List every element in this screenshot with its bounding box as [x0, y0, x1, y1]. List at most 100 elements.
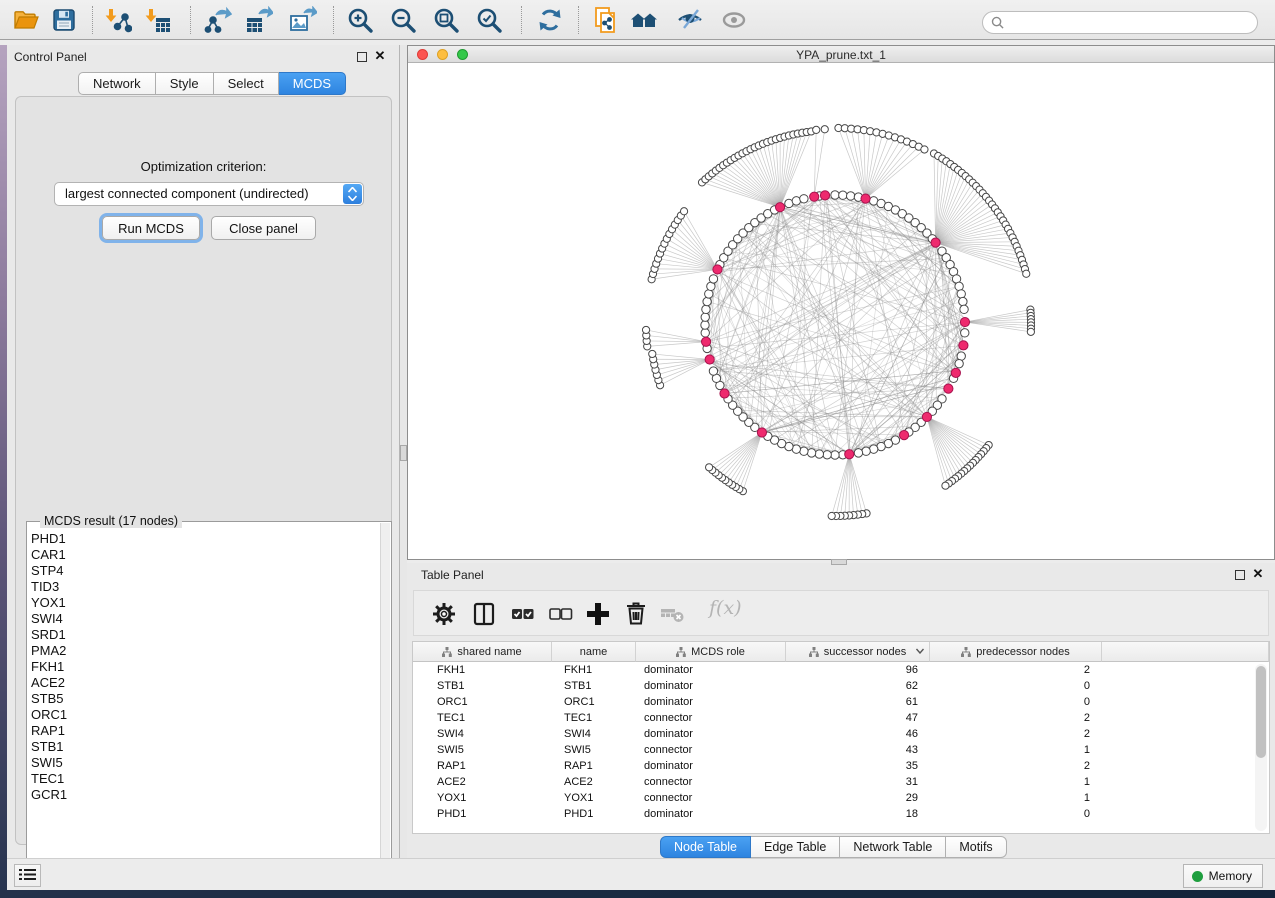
table-row[interactable]: PHD1PHD1dominator180: [413, 806, 1258, 822]
mcds-result-item[interactable]: TEC1: [31, 771, 371, 787]
table-row[interactable]: RAP1RAP1dominator352: [413, 758, 1258, 774]
table-scrollbar[interactable]: [1255, 664, 1267, 831]
tab-edge-table[interactable]: Edge Table: [751, 836, 840, 858]
horizontal-splitter-grip[interactable]: [831, 559, 847, 565]
mcds-result-item[interactable]: SRD1: [31, 627, 371, 643]
delete-rows-icon[interactable]: [622, 600, 650, 628]
table-row[interactable]: STB1STB1dominator620: [413, 678, 1258, 694]
table-row[interactable]: ACE2ACE2connector311: [413, 774, 1258, 790]
column-header-name[interactable]: name: [552, 642, 636, 662]
network-node[interactable]: [703, 297, 711, 305]
network-node[interactable]: [701, 329, 709, 337]
mcds-result-item[interactable]: SWI5: [31, 755, 371, 771]
mcds-result-item[interactable]: GCR1: [31, 787, 371, 803]
network-node[interactable]: [821, 126, 828, 133]
zoom-fit-icon[interactable]: [432, 6, 460, 34]
tab-mcds[interactable]: MCDS: [279, 72, 346, 95]
table-row[interactable]: SWI5SWI5connector431: [413, 742, 1258, 758]
mcds-hub-node[interactable]: [701, 337, 710, 346]
search-field[interactable]: [982, 11, 1258, 34]
panel-splitter[interactable]: [400, 45, 407, 890]
network-node[interactable]: [800, 195, 808, 203]
network-node[interactable]: [828, 512, 835, 519]
mcds-hub-node[interactable]: [713, 265, 722, 274]
table-row[interactable]: YOX1YOX1connector291: [413, 790, 1258, 806]
select-all-rows-icon[interactable]: [508, 600, 536, 628]
import-network-icon[interactable]: [104, 6, 132, 34]
table-body[interactable]: FKH1FKH1dominator962STB1STB1dominator620…: [413, 662, 1258, 822]
network-node[interactable]: [942, 482, 949, 489]
network-node[interactable]: [846, 192, 854, 200]
network-node[interactable]: [862, 447, 870, 455]
tab-style[interactable]: Style: [156, 72, 214, 95]
mcds-result-item[interactable]: YOX1: [31, 595, 371, 611]
network-node[interactable]: [807, 449, 815, 457]
tab-network-table[interactable]: Network Table: [840, 836, 946, 858]
mcds-hub-node[interactable]: [944, 384, 953, 393]
task-history-icon[interactable]: [14, 864, 41, 887]
memory-button[interactable]: Memory: [1183, 864, 1263, 888]
splitter-grip[interactable]: [400, 445, 407, 461]
network-node[interactable]: [1027, 328, 1034, 335]
mcds-hub-node[interactable]: [705, 355, 714, 364]
mcds-hub-node[interactable]: [960, 317, 969, 326]
mcds-hub-node[interactable]: [820, 191, 829, 200]
open-folder-icon[interactable]: [12, 6, 40, 34]
network-node[interactable]: [813, 126, 820, 133]
mcds-hub-node[interactable]: [931, 238, 940, 247]
network-node[interactable]: [961, 329, 969, 337]
column-header-successor-nodes[interactable]: successor nodes: [786, 642, 930, 662]
network-node[interactable]: [955, 359, 963, 367]
network-node[interactable]: [701, 313, 709, 321]
network-node[interactable]: [957, 290, 965, 298]
network-node[interactable]: [959, 297, 967, 305]
network-node[interactable]: [1023, 270, 1030, 277]
apply-function-icon[interactable]: f(x): [709, 597, 742, 619]
network-canvas[interactable]: [408, 63, 1274, 559]
mcds-hub-node[interactable]: [775, 203, 784, 212]
hide-graphics-icon[interactable]: [676, 6, 704, 34]
run-mcds-button[interactable]: Run MCDS: [102, 216, 200, 240]
table-row[interactable]: TEC1TEC1connector472: [413, 710, 1258, 726]
network-node[interactable]: [649, 350, 656, 357]
network-node[interactable]: [960, 305, 968, 313]
tab-network[interactable]: Network: [78, 72, 156, 95]
show-columns-icon[interactable]: [470, 600, 498, 628]
network-node[interactable]: [680, 208, 687, 215]
mcds-hub-node[interactable]: [720, 389, 729, 398]
close-panel-button[interactable]: Close panel: [211, 216, 316, 240]
network-node[interactable]: [839, 191, 847, 199]
optimization-criterion-select[interactable]: largest connected component (undirected): [54, 182, 364, 206]
zoom-out-icon[interactable]: [389, 6, 417, 34]
mcds-result-item[interactable]: ACE2: [31, 675, 371, 691]
column-header-shared-name[interactable]: shared name: [413, 642, 552, 662]
network-graph[interactable]: [408, 63, 1274, 559]
mcds-result-item[interactable]: STP4: [31, 563, 371, 579]
zoom-in-icon[interactable]: [346, 6, 374, 34]
tab-node-table[interactable]: Node Table: [660, 836, 751, 858]
mcds-result-item[interactable]: TID3: [31, 579, 371, 595]
table-row[interactable]: SWI4SWI4dominator462: [413, 726, 1258, 742]
close-panel-icon[interactable]: ✕: [373, 48, 387, 64]
export-network-icon[interactable]: [204, 6, 232, 34]
mcds-result-item[interactable]: PHD1: [31, 531, 371, 547]
float-panel-icon[interactable]: [357, 52, 367, 62]
save-icon[interactable]: [50, 6, 78, 34]
refresh-icon[interactable]: [536, 6, 564, 34]
mcds-hub-node[interactable]: [861, 194, 870, 203]
column-header-predecessor-nodes[interactable]: predecessor nodes: [930, 642, 1102, 662]
search-input[interactable]: [1009, 16, 1257, 30]
home-icon[interactable]: [630, 6, 658, 34]
zoom-selected-icon[interactable]: [475, 6, 503, 34]
mcds-result-item[interactable]: CAR1: [31, 547, 371, 563]
table-row[interactable]: FKH1FKH1dominator962: [413, 662, 1258, 678]
tab-motifs[interactable]: Motifs: [946, 836, 1006, 858]
delete-table-icon[interactable]: [658, 600, 686, 628]
mcds-result-item[interactable]: FKH1: [31, 659, 371, 675]
table-scrollbar-thumb[interactable]: [1256, 666, 1266, 758]
export-image-icon[interactable]: [289, 6, 317, 34]
mcds-result-item[interactable]: STB5: [31, 691, 371, 707]
network-node[interactable]: [831, 191, 839, 199]
network-node[interactable]: [702, 305, 710, 313]
mcds-result-item[interactable]: RAP1: [31, 723, 371, 739]
